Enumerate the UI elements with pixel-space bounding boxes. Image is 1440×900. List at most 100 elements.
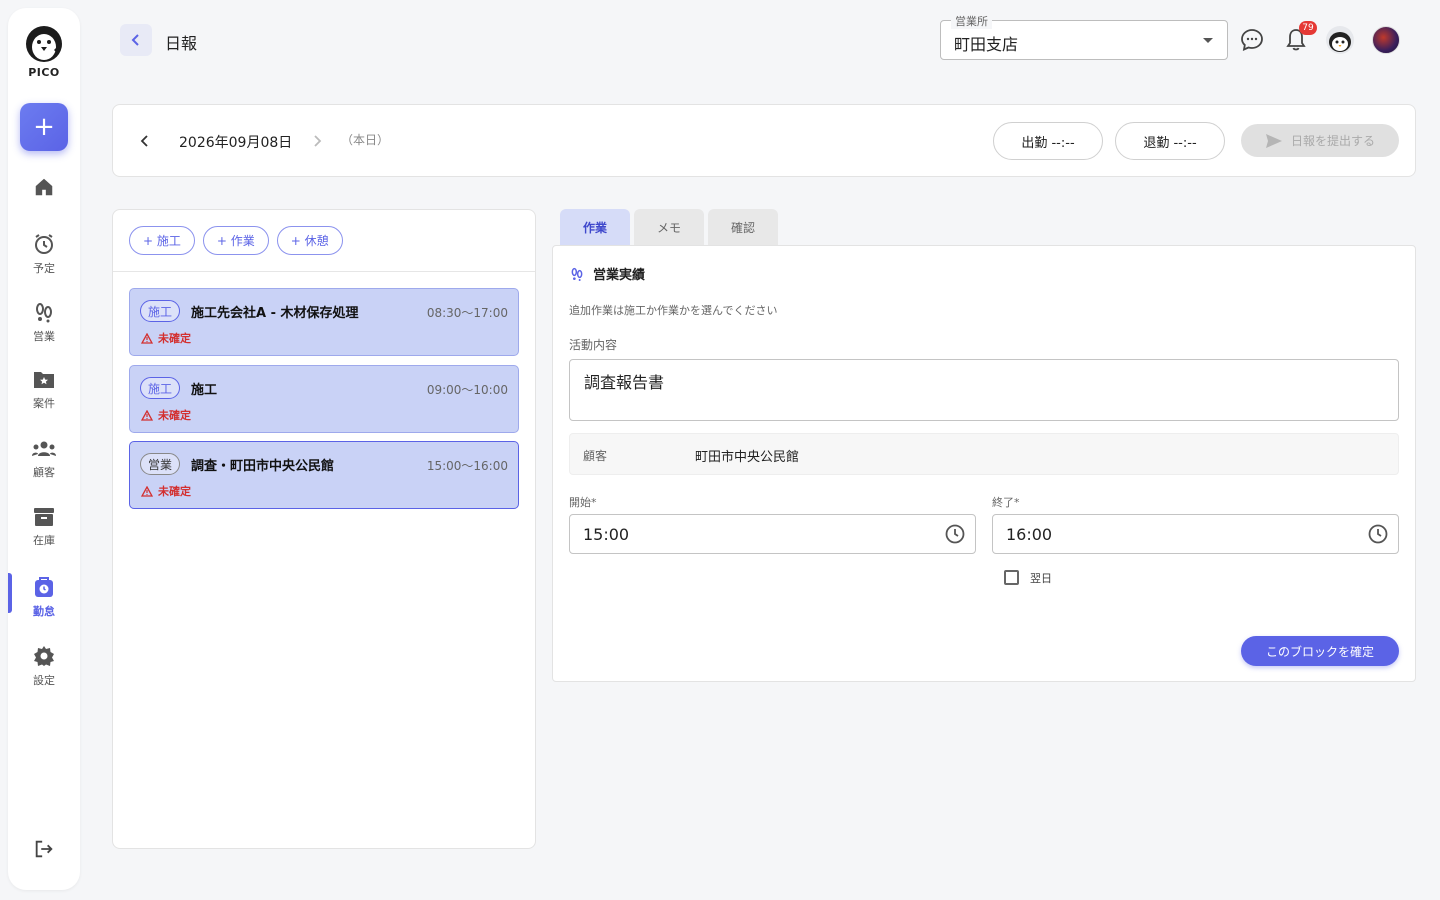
customer-label: 顧客 (583, 449, 608, 463)
home-icon (35, 178, 53, 196)
sidebar-item-label: 案件 (33, 397, 55, 410)
tab-confirm[interactable]: 確認 (708, 209, 778, 245)
sidebar-item-home[interactable] (8, 176, 80, 202)
block-type-tag: 施工 (140, 377, 181, 399)
sidebar-item-inventory[interactable]: 在庫 (8, 506, 80, 548)
back-button[interactable] (120, 24, 152, 56)
penguin-avatar-icon (1329, 32, 1351, 52)
start-time-input[interactable]: 15:00 (569, 514, 976, 554)
office-select[interactable]: 営業所 町田支店 (940, 13, 1228, 60)
archive-icon (34, 508, 54, 526)
block-time: 15:00〜16:00 (426, 459, 508, 473)
block-title: 施工先会社A - 木材保存処理 (191, 306, 359, 321)
next-day-button[interactable] (311, 133, 323, 152)
warning-icon (141, 409, 153, 421)
clock-out-button[interactable]: 退勤 --:-- (1115, 122, 1225, 160)
brand-logo[interactable]: PICO (22, 24, 66, 79)
chevron-right-icon (314, 135, 322, 147)
warning-icon (141, 332, 153, 344)
block-status: 未確定 (141, 330, 191, 346)
penguin-logo-icon (26, 26, 62, 62)
detail-hint: 追加作業は施工か作業かを選んでください (569, 304, 778, 317)
today-label: （本日） (341, 133, 390, 147)
block-time: 08:30〜17:00 (426, 306, 508, 320)
chevron-left-icon (131, 34, 139, 46)
block-title: 施工 (191, 383, 218, 398)
office-select-value: 町田支店 (954, 35, 1019, 54)
add-break-chip[interactable]: + 休憩 (276, 226, 343, 255)
sidebar-item-sales[interactable]: 営業 (8, 300, 80, 344)
block-card[interactable]: 施工 施工先会社A - 木材保存処理 08:30〜17:00 未確定 (129, 288, 519, 356)
sidebar-item-schedule[interactable]: 予定 (8, 232, 80, 276)
folder-star-icon (34, 372, 54, 388)
block-detail-panel: 営業実績 追加作業は施工か作業かを選んでください 活動内容 調査報告書 顧客 町… (552, 245, 1416, 682)
add-button[interactable]: + (20, 103, 68, 151)
block-status: 未確定 (141, 407, 191, 423)
user-avatar[interactable] (1372, 26, 1400, 54)
sidebar-item-label: 営業 (33, 330, 55, 343)
footprints-icon (571, 267, 583, 281)
add-button-label: + (33, 112, 55, 142)
chevron-left-icon (140, 135, 148, 147)
detail-heading-text: 営業実績 (593, 268, 646, 283)
gear-icon (34, 646, 54, 666)
sidebar-item-label: 在庫 (33, 534, 55, 547)
next-day-checkbox[interactable] (1004, 570, 1019, 585)
customer-value: 町田市中央公民館 (695, 450, 800, 465)
alarm-icon (35, 234, 53, 254)
block-title: 調査・町田市中央公民館 (191, 459, 335, 474)
chat-button[interactable] (1240, 28, 1264, 56)
block-list-panel: + 施工 + 作業 + 休憩 施工 施工先会社A - 木材保存処理 08:30〜… (112, 209, 536, 849)
start-label: 開始* (569, 496, 597, 509)
add-task-chip[interactable]: + 作業 (202, 226, 269, 255)
submit-report-label: 日報を提出する (1290, 134, 1375, 148)
customer-row: 顧客 町田市中央公民館 (569, 433, 1399, 475)
confirm-block-button[interactable]: このブロックを確定 (1241, 636, 1399, 666)
block-card[interactable]: 施工 施工 09:00〜10:00 未確定 (129, 365, 519, 433)
clock-badge-icon (35, 577, 53, 597)
activity-textarea[interactable]: 調査報告書 (569, 359, 1399, 421)
sidebar-item-settings[interactable]: 設定 (8, 644, 80, 688)
block-status: 未確定 (141, 483, 191, 499)
sidebar: PICO + 予定 営業 案件 顧客 在庫 勤怠 設定 (8, 8, 80, 890)
block-card-selected[interactable]: 営業 調査・町田市中央公民館 15:00〜16:00 未確定 (129, 441, 519, 509)
avatar-penguin[interactable] (1326, 26, 1354, 54)
block-status-text: 未確定 (158, 332, 191, 345)
clock-icon[interactable] (1368, 524, 1388, 544)
start-time-value: 15:00 (583, 525, 630, 544)
sidebar-item-label: 顧客 (33, 466, 55, 479)
brand-name: PICO (28, 66, 60, 79)
warning-icon (141, 485, 153, 497)
logout-button[interactable] (33, 838, 55, 864)
clock-icon[interactable] (945, 524, 965, 544)
detail-heading: 営業実績 (569, 264, 645, 283)
send-icon (1265, 133, 1282, 148)
notification-badge: 79 (1299, 21, 1317, 35)
previous-day-button[interactable] (139, 133, 151, 152)
page-title: 日報 (165, 34, 198, 53)
block-status-text: 未確定 (158, 485, 191, 498)
submit-report-button[interactable]: 日報を提出する (1241, 124, 1399, 157)
chevron-down-icon (1203, 38, 1213, 43)
current-date: 2026年09月08日 (179, 135, 293, 151)
block-type-tag: 施工 (140, 300, 181, 322)
activity-label: 活動内容 (569, 338, 618, 352)
block-time: 09:00〜10:00 (426, 383, 508, 397)
end-time-value: 16:00 (1006, 525, 1053, 544)
tab-memo[interactable]: メモ (634, 209, 704, 245)
sidebar-item-attendance[interactable]: 勤怠 (8, 575, 80, 619)
block-type-tag: 営業 (140, 453, 181, 475)
footprints-icon (36, 303, 52, 323)
clock-in-button[interactable]: 出勤 --:-- (993, 122, 1103, 160)
tab-task[interactable]: 作業 (560, 209, 630, 245)
end-label: 終了* (992, 496, 1020, 509)
add-construction-chip[interactable]: + 施工 (129, 226, 195, 255)
sidebar-item-projects[interactable]: 案件 (8, 369, 80, 411)
sidebar-item-customers[interactable]: 顧客 (8, 438, 80, 480)
end-time-input[interactable]: 16:00 (992, 514, 1399, 554)
sidebar-item-label: 予定 (33, 262, 55, 275)
people-icon (32, 441, 56, 456)
sidebar-item-label: 設定 (33, 674, 55, 687)
next-day-label: 翌日 (1030, 572, 1052, 585)
chat-bubble-icon (1241, 29, 1263, 52)
